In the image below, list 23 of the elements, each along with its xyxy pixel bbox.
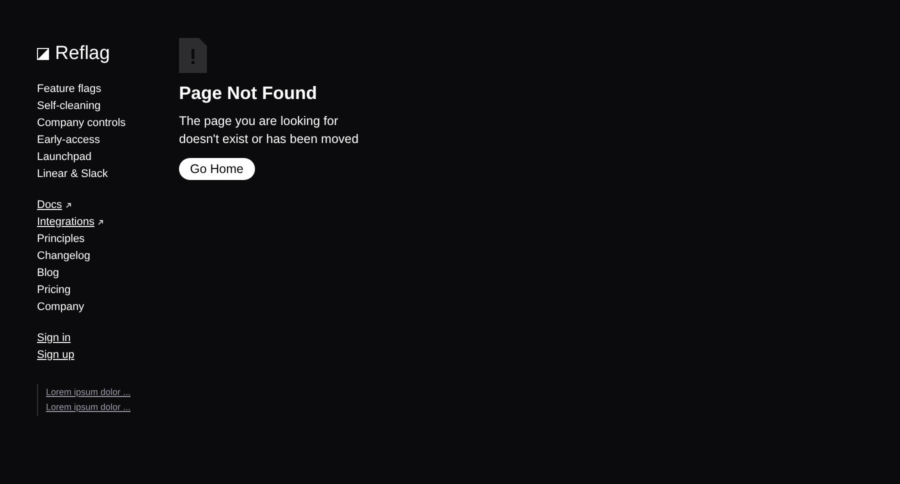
nav-link[interactable]: Company: [37, 299, 84, 316]
nav-link[interactable]: Docs: [37, 197, 62, 214]
recent-link[interactable]: Lorem ipsum dolor ...: [46, 385, 179, 400]
nav-link[interactable]: Company controls: [37, 115, 126, 132]
nav-link[interactable]: Principles: [37, 231, 85, 248]
go-home-button[interactable]: Go Home: [179, 158, 254, 180]
nav-link[interactable]: Self-cleaning: [37, 98, 101, 115]
file-warning-icon: [179, 38, 207, 73]
nav-link[interactable]: Launchpad: [37, 149, 92, 166]
logo-icon: [37, 48, 49, 60]
nav-link[interactable]: Sign in: [37, 330, 71, 347]
page-title: Page Not Found: [179, 82, 317, 104]
nav-link[interactable]: Early-access: [37, 132, 100, 149]
nav-link[interactable]: Changelog: [37, 248, 90, 265]
nav-link[interactable]: Linear & Slack: [37, 166, 108, 183]
nav-link[interactable]: Sign up: [37, 347, 74, 364]
brand-name: Reflag: [55, 44, 110, 64]
nav-link[interactable]: Pricing: [37, 282, 71, 299]
nav-link[interactable]: Feature flags: [37, 81, 102, 98]
nav-link[interactable]: Integrations: [37, 214, 94, 231]
nav-link[interactable]: Blog: [37, 265, 60, 282]
recent-link[interactable]: Lorem ipsum dolor ...: [46, 400, 179, 415]
error-message: The page you are looking for doesn't exist or has been moved: [179, 113, 359, 148]
